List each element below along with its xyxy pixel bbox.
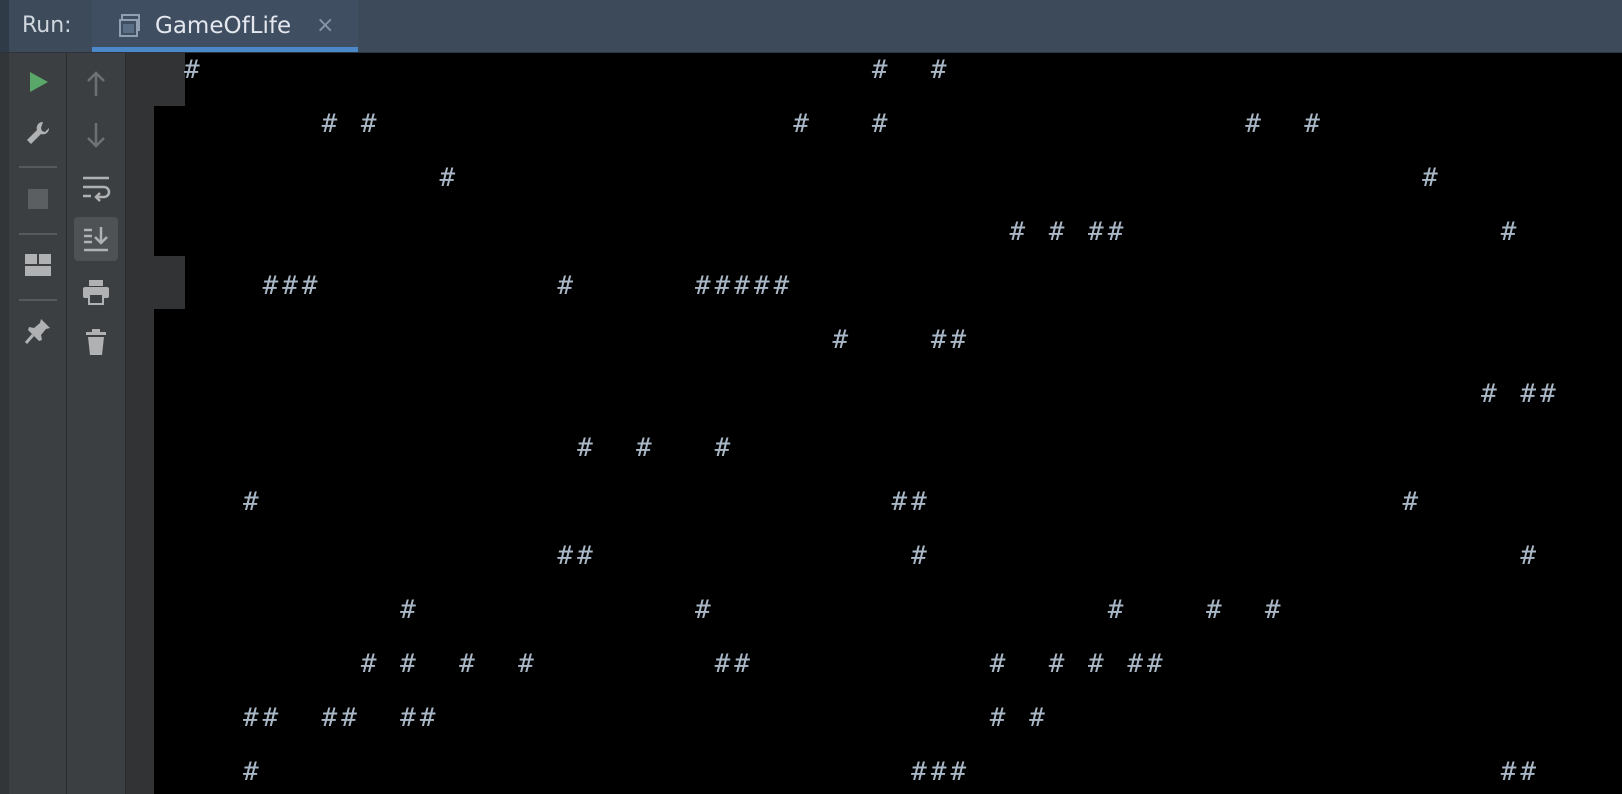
gutter-marker bbox=[154, 256, 185, 309]
tab-close-button[interactable]: × bbox=[316, 14, 334, 38]
print-icon bbox=[83, 280, 109, 305]
stop-button[interactable] bbox=[16, 177, 60, 221]
gutter-marker bbox=[154, 53, 185, 106]
clear-all-button[interactable] bbox=[74, 320, 118, 364]
toolbar-separator bbox=[19, 233, 57, 235]
soft-wrap-button[interactable] bbox=[74, 166, 118, 210]
console-line: ## # # bbox=[184, 541, 1541, 571]
layout-icon bbox=[25, 254, 51, 276]
arrow-up-icon bbox=[87, 71, 105, 96]
pin-icon bbox=[24, 319, 50, 344]
console-line: # # bbox=[184, 163, 1442, 193]
toolbar-separator bbox=[19, 299, 57, 301]
console-line: # # # # # # bbox=[184, 109, 1324, 139]
edit-configuration-button[interactable] bbox=[16, 111, 60, 155]
console-line: # ### ## bbox=[184, 757, 1541, 787]
header-edge bbox=[0, 0, 9, 53]
console-gutter bbox=[126, 53, 154, 794]
console-window-icon bbox=[119, 14, 140, 37]
console-line: # # # # ## # # # ## bbox=[184, 649, 1167, 679]
previous-occurrence-button[interactable] bbox=[74, 62, 118, 106]
console-line: # # # bbox=[184, 433, 735, 463]
console-line: ## ## ## # # bbox=[184, 703, 1049, 733]
wrench-icon bbox=[27, 121, 50, 144]
console-line: # ## bbox=[184, 325, 971, 355]
run-toolbar-secondary bbox=[67, 53, 125, 794]
scroll-to-end-icon bbox=[84, 227, 108, 252]
arrow-down-icon bbox=[87, 123, 105, 148]
rerun-icon bbox=[30, 72, 48, 92]
soft-wrap-icon bbox=[83, 176, 111, 202]
console-line: # # # bbox=[184, 55, 951, 85]
pin-tab-button[interactable] bbox=[16, 309, 60, 353]
layout-button[interactable] bbox=[16, 243, 60, 287]
next-occurrence-button[interactable] bbox=[74, 113, 118, 157]
run-toolbar-primary bbox=[0, 53, 66, 794]
console-line: ### # ##### bbox=[184, 271, 794, 301]
console-line: # ## bbox=[184, 379, 1560, 409]
console-line: # # # # # bbox=[184, 595, 1285, 625]
print-button[interactable] bbox=[74, 270, 118, 314]
toolbar-edge bbox=[0, 53, 9, 794]
console-line: # # ## # bbox=[184, 217, 1521, 247]
rerun-button[interactable] bbox=[16, 60, 60, 104]
toolbar-separator bbox=[19, 166, 57, 168]
stop-icon bbox=[28, 189, 48, 209]
run-label: Run: bbox=[22, 13, 72, 38]
tab-title[interactable]: GameOfLife bbox=[155, 12, 291, 40]
console-line: # ## # bbox=[184, 487, 1423, 517]
trash-icon bbox=[86, 329, 106, 355]
scroll-to-end-button[interactable] bbox=[74, 217, 118, 261]
